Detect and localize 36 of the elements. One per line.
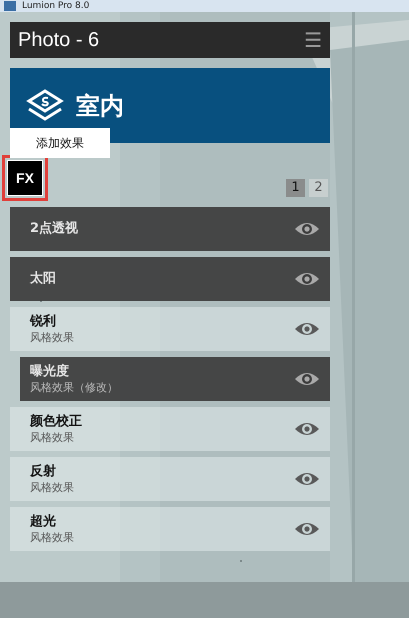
window-title: Lumion Pro 8.0 [22,0,90,12]
effect-item[interactable]: 反射 风格效果 [10,457,330,501]
eye-icon[interactable] [294,520,320,538]
category-title: 室内 [76,90,124,122]
effect-item[interactable]: 太阳 [10,257,330,301]
effect-name: 反射 [30,464,57,481]
effect-item[interactable]: 颜色校正 风格效果 [10,407,330,451]
effect-item[interactable]: 锐利 风格效果 [10,307,330,351]
effect-item[interactable]: 曝光度 风格效果（修改） [20,357,330,401]
page-button[interactable]: 1 [286,179,305,197]
menu-button[interactable]: ☰ [304,30,322,50]
effect-name: 颜色校正 [30,414,82,431]
eye-icon[interactable] [294,270,320,288]
effect-type: 风格效果（修改） [30,380,118,394]
photo-title: Photo - 6 [18,28,100,53]
effect-name: 超光 [30,514,57,531]
effect-item[interactable]: 2点透视 [10,207,330,251]
layers-icon [26,88,64,122]
fx-button[interactable]: FX [7,160,43,196]
eye-icon[interactable] [294,470,320,488]
effect-type: 风格效果 [30,480,74,494]
effect-name: 曝光度 [30,364,70,381]
tooltip: 添加效果 [10,128,110,158]
effect-type: 风格效果 [30,330,74,344]
page-button[interactable]: 2 [309,179,328,197]
eye-icon[interactable] [294,420,320,438]
effect-type: 风格效果 [30,430,75,444]
eye-icon[interactable] [294,320,320,338]
effect-name: 太阳 [30,270,56,288]
effect-item[interactable]: 超光 风格效果 [10,507,330,551]
effect-type: 风格效果 [30,530,74,544]
effect-name: 锐利 [30,314,57,331]
eye-icon[interactable] [294,370,320,388]
eye-icon[interactable] [294,220,320,238]
effect-name: 2点透视 [30,220,78,238]
app-icon [4,1,16,11]
